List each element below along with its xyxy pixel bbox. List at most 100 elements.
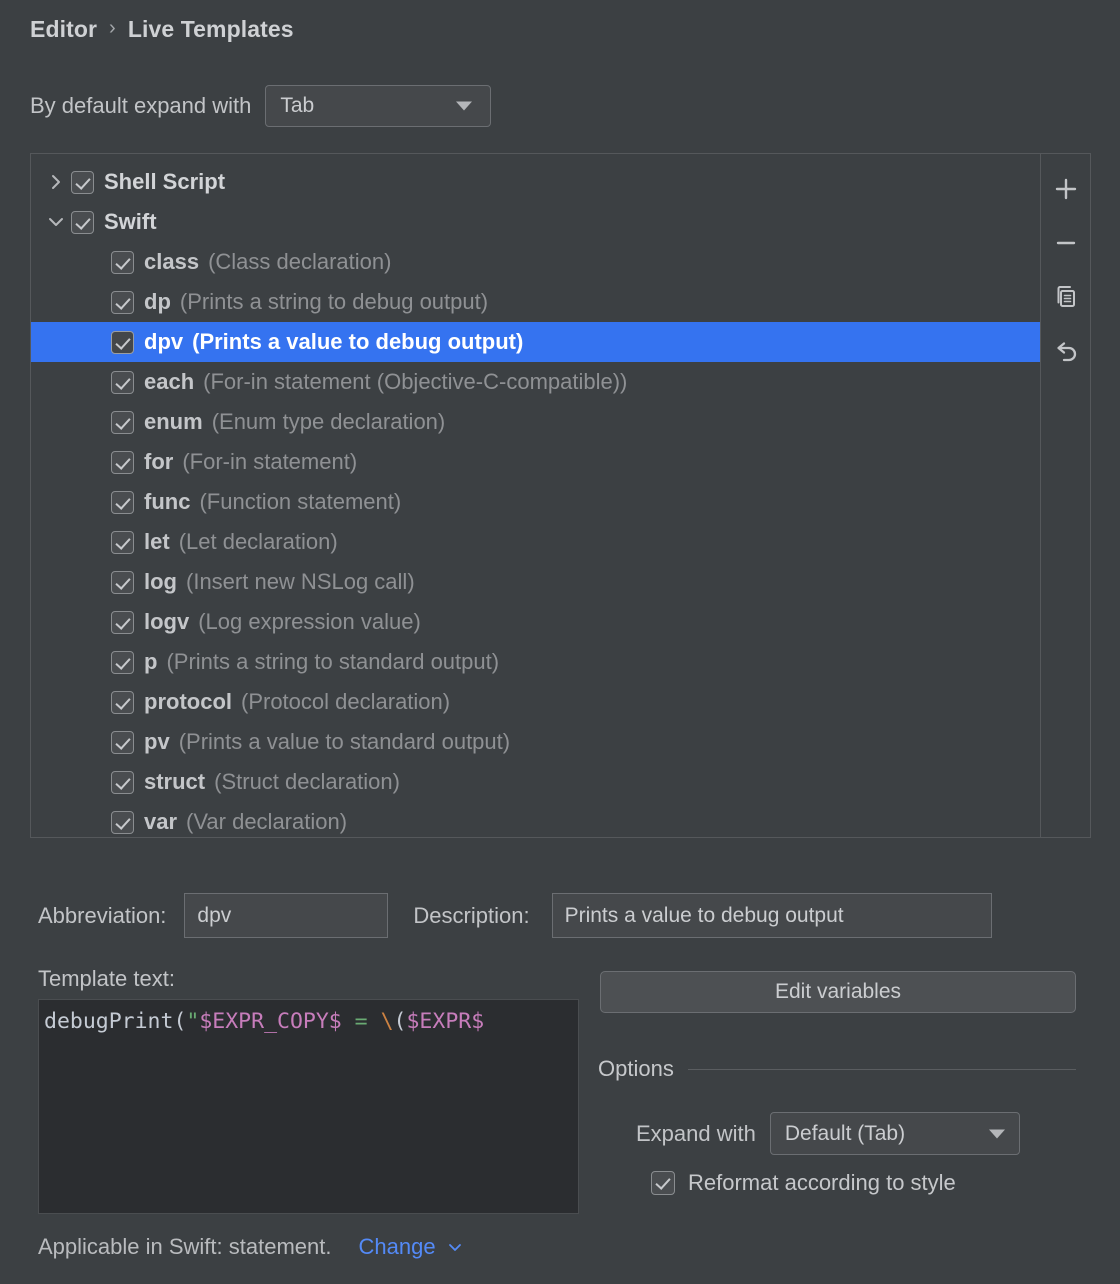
- tree-template-description: (Prints a string to standard output): [166, 649, 500, 674]
- tree-template-row[interactable]: each (For-in statement (Objective-C-compa…: [31, 362, 1040, 402]
- option-expand-with-label: Expand with: [636, 1120, 756, 1146]
- tree-template-checkbox[interactable]: [111, 530, 134, 554]
- tree-template-abbreviation: logv: [144, 609, 190, 634]
- options-divider: [687, 1068, 1076, 1070]
- option-expand-with-row: Expand with Default (Tab): [636, 1112, 1020, 1155]
- code-token-str: =: [341, 1009, 381, 1034]
- reformat-label: Reformat according to style: [688, 1170, 956, 1195]
- tree-template-row[interactable]: var (Var declaration): [31, 802, 1040, 837]
- tree-template-row[interactable]: for (For-in statement): [31, 442, 1040, 482]
- tree-template-checkbox[interactable]: [111, 330, 134, 354]
- breadcrumb-separator-icon: ›: [109, 17, 116, 39]
- code-token-esc: \: [380, 1009, 394, 1034]
- tree-group-row[interactable]: Shell Script: [31, 162, 1040, 202]
- chevron-down-icon[interactable]: [41, 212, 71, 232]
- chevron-right-icon[interactable]: [41, 172, 71, 192]
- revert-template-button[interactable]: [1043, 326, 1089, 376]
- chevron-down-icon: [988, 1129, 1005, 1138]
- tree-template-description: (Prints a string to debug output): [179, 289, 489, 314]
- tree-template-description: (Prints a value to standard output): [178, 729, 511, 754]
- tree-template-abbreviation: let: [144, 529, 170, 554]
- live-templates-settings-page: Editor › Live Templates By default expan…: [0, 0, 1120, 1284]
- tree-group-label: Shell Script: [104, 169, 226, 194]
- tree-group-label: Swift: [104, 209, 157, 234]
- tree-template-checkbox[interactable]: [111, 370, 134, 394]
- tree-template-description: (Var declaration): [186, 809, 348, 834]
- tree-group-checkbox[interactable]: [71, 170, 94, 194]
- tree-template-checkbox[interactable]: [111, 610, 134, 634]
- tree-template-checkbox[interactable]: [111, 650, 134, 674]
- options-section-header: Options: [598, 1056, 1076, 1082]
- abbreviation-value: dpv: [197, 903, 232, 927]
- tree-template-abbreviation: protocol: [144, 689, 232, 714]
- tree-template-row[interactable]: class (Class declaration): [31, 242, 1040, 282]
- template-code-line: debugPrint("$EXPR_COPY$ = \($EXPR$: [44, 1006, 578, 1038]
- abbreviation-label: Abbreviation:: [38, 902, 167, 928]
- tree-template-description: (Function statement): [199, 489, 402, 514]
- tree-template-description: (Class declaration): [208, 249, 392, 274]
- tree-template-checkbox[interactable]: [111, 810, 134, 834]
- tree-template-checkbox[interactable]: [111, 290, 134, 314]
- tree-template-abbreviation: each: [144, 369, 195, 394]
- change-context-link[interactable]: Change: [358, 1234, 435, 1260]
- applicable-text: Applicable in Swift: statement.: [38, 1234, 332, 1259]
- tree-template-checkbox[interactable]: [111, 730, 134, 754]
- tree-group-row[interactable]: Swift: [31, 202, 1040, 242]
- remove-template-button[interactable]: [1043, 218, 1089, 268]
- tree-template-row[interactable]: pv (Prints a value to standard output): [31, 722, 1040, 762]
- breadcrumb-current: Live Templates: [127, 16, 294, 42]
- tree-template-row[interactable]: p (Prints a string to standard output): [31, 642, 1040, 682]
- add-template-button[interactable]: [1043, 164, 1089, 214]
- undo-icon: [1051, 336, 1081, 366]
- option-expand-with-dropdown[interactable]: Default (Tab): [769, 1112, 1020, 1155]
- tree-template-checkbox[interactable]: [111, 570, 134, 594]
- tree-template-row[interactable]: dp (Prints a string to debug output): [31, 282, 1040, 322]
- code-token-plain: (: [393, 1009, 407, 1034]
- default-expand-label: By default expand with: [30, 93, 252, 118]
- abbreviation-input[interactable]: dpv: [184, 893, 389, 938]
- options-title: Options: [598, 1056, 674, 1081]
- option-expand-with-value: Default (Tab): [784, 1121, 906, 1145]
- tree-template-checkbox[interactable]: [111, 250, 134, 274]
- description-value: Prints a value to debug output: [564, 903, 844, 927]
- tree-template-row[interactable]: enum (Enum type declaration): [31, 402, 1040, 442]
- tree-template-checkbox[interactable]: [111, 690, 134, 714]
- tree-template-checkbox[interactable]: [111, 770, 134, 794]
- minus-icon: [1051, 228, 1081, 258]
- description-input[interactable]: Prints a value to debug output: [551, 893, 992, 938]
- tree-template-abbreviation: var: [144, 809, 178, 834]
- tree-template-row[interactable]: protocol (Protocol declaration): [31, 682, 1040, 722]
- breadcrumb-root[interactable]: Editor: [30, 16, 97, 43]
- edit-variables-button[interactable]: Edit variables: [600, 971, 1076, 1013]
- chevron-down-icon[interactable]: [446, 1238, 464, 1256]
- tree-group-checkbox[interactable]: [71, 210, 94, 234]
- tree-template-description: (For-in statement (Objective-C-compatibl…: [203, 369, 628, 394]
- code-token-plain: debugPrint(: [44, 1009, 187, 1034]
- tree-template-checkbox[interactable]: [111, 490, 134, 514]
- reformat-checkbox-row[interactable]: Reformat according to style: [651, 1170, 956, 1196]
- tree-template-description: (For-in statement): [182, 449, 358, 474]
- tree-template-row[interactable]: logv (Log expression value): [31, 602, 1040, 642]
- tree-template-row[interactable]: dpv (Prints a value to debug output): [31, 322, 1040, 362]
- tree-template-row[interactable]: struct (Struct declaration): [31, 762, 1040, 802]
- templates-tree-panel[interactable]: Shell Script Swift class (Class declaration…: [30, 153, 1041, 838]
- duplicate-template-button[interactable]: [1043, 272, 1089, 322]
- template-text-editor[interactable]: debugPrint("$EXPR_COPY$ = \($EXPR$: [38, 999, 579, 1214]
- chevron-down-icon: [456, 101, 473, 111]
- tree-template-abbreviation: dp: [144, 289, 171, 314]
- default-expand-dropdown[interactable]: Tab: [265, 85, 492, 127]
- tree-template-checkbox[interactable]: [111, 450, 134, 474]
- tree-template-abbreviation: pv: [144, 729, 170, 754]
- tree-template-description: (Struct declaration): [214, 769, 400, 794]
- reformat-checkbox[interactable]: [651, 1171, 675, 1195]
- tree-template-abbreviation: for: [144, 449, 174, 474]
- templates-tree: Shell Script Swift class (Class declaration…: [31, 154, 1040, 837]
- tree-template-row[interactable]: func (Function statement): [31, 482, 1040, 522]
- tree-template-checkbox[interactable]: [111, 410, 134, 434]
- default-expand-value: Tab: [280, 94, 315, 117]
- tree-template-row[interactable]: log (Insert new NSLog call): [31, 562, 1040, 602]
- tree-template-description: (Protocol declaration): [241, 689, 451, 714]
- tree-template-abbreviation: class: [144, 249, 200, 274]
- tree-template-abbreviation: func: [144, 489, 191, 514]
- tree-template-row[interactable]: let (Let declaration): [31, 522, 1040, 562]
